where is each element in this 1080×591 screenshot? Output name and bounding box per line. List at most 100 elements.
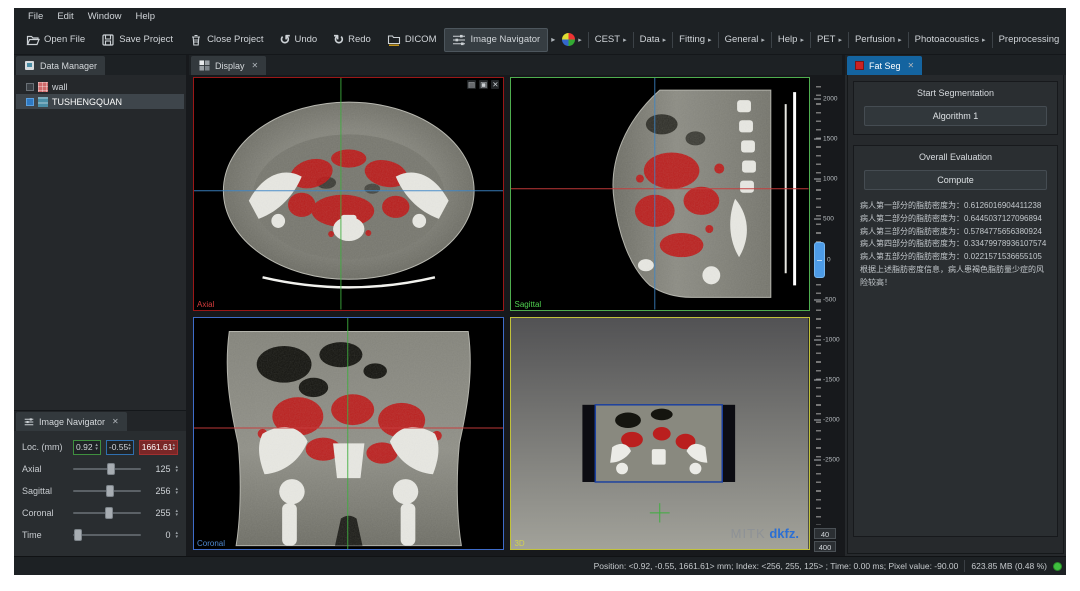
undo-button[interactable]: ↺ Undo: [272, 29, 326, 50]
image-navigator-tabbar: Image Navigator ✕: [14, 411, 186, 431]
threed-viewport[interactable]: MITK dkfz. 3D: [510, 317, 810, 551]
viewport-menu-icon[interactable]: ▤: [467, 80, 476, 89]
tab-image-navigator[interactable]: Image Navigator ✕: [16, 412, 127, 431]
spinner-arrows-icon[interactable]: ▴▾: [95, 443, 98, 451]
level-window-ruler[interactable]: 2000 1500 1000 500 0 -500 -1000 -1500 -2…: [814, 79, 840, 525]
view-category-help[interactable]: Help ▸: [774, 31, 808, 48]
threed-scene[interactable]: [511, 318, 809, 550]
window-value[interactable]: 400: [814, 541, 836, 552]
menu-file[interactable]: File: [22, 10, 49, 23]
dicom-button[interactable]: DICOM: [379, 28, 445, 52]
open-file-button[interactable]: Open File: [18, 28, 93, 52]
view-category-general[interactable]: General ▸: [721, 31, 769, 48]
slider-handle[interactable]: [106, 485, 114, 497]
spinner-arrows-icon[interactable]: ▴▾: [175, 509, 178, 517]
toolbar-separator: [810, 32, 811, 48]
view-category-cest[interactable]: CEST ▸: [591, 31, 631, 48]
sagittal-ct-image[interactable]: [511, 78, 809, 310]
main-toolbar: Open File Save Project Close Project ↺ U…: [14, 25, 1066, 55]
coronal-ct-image[interactable]: [194, 318, 503, 550]
menu-bar: File Edit Window Help: [14, 8, 1066, 25]
overall-evaluation-label: Overall Evaluation: [860, 152, 1051, 162]
toolbar-separator: [992, 32, 993, 48]
spinner-arrows-icon[interactable]: ▴▾: [128, 443, 131, 451]
time-slider[interactable]: [73, 534, 141, 536]
visibility-checkbox[interactable]: [26, 83, 34, 91]
location-x-spinbox[interactable]: 0.92 ▴▾: [73, 440, 101, 455]
save-project-button[interactable]: Save Project: [93, 28, 181, 52]
location-y-spinbox[interactable]: -0.55 ▴▾: [106, 440, 134, 455]
visibility-checkbox[interactable]: [26, 98, 34, 106]
slider-handle[interactable]: [74, 529, 82, 541]
close-project-button[interactable]: Close Project: [181, 28, 272, 52]
view-category-colormap[interactable]: ▸: [558, 30, 586, 49]
menu-edit[interactable]: Edit: [51, 10, 79, 23]
view-category-data[interactable]: Data ▸: [636, 31, 671, 48]
spinner-arrows-icon[interactable]: ▴▾: [175, 465, 178, 473]
dropdown-arrow-icon: ▸: [838, 36, 842, 44]
axial-slider[interactable]: [73, 468, 141, 470]
spinner-arrows-icon[interactable]: ▴▾: [172, 443, 175, 451]
undo-icon: ↺: [280, 35, 291, 45]
level-value[interactable]: 40: [814, 528, 836, 539]
level-window-handle[interactable]: [814, 242, 825, 278]
coronal-viewport[interactable]: Coronal: [193, 317, 504, 551]
spinner-arrows-icon[interactable]: ▴▾: [175, 487, 178, 495]
coronal-slider[interactable]: [73, 512, 141, 514]
compute-button[interactable]: Compute: [864, 170, 1047, 190]
view-category-perfusion[interactable]: Perfusion ▸: [851, 31, 906, 48]
close-icon[interactable]: ✕: [112, 417, 119, 426]
dropdown-arrow-icon: ▸: [663, 36, 667, 44]
image-node-icon: [38, 97, 48, 107]
axial-ct-image[interactable]: [194, 78, 503, 310]
data-node-wall[interactable]: wall: [16, 79, 184, 94]
sagittal-viewport[interactable]: Sagittal: [510, 77, 810, 311]
dkfz-logo: dkfz.: [769, 526, 799, 541]
open-file-icon: [26, 33, 40, 47]
close-icon[interactable]: ✕: [908, 61, 915, 70]
spinner-arrows-icon[interactable]: ▴▾: [175, 531, 178, 539]
view-category-pet[interactable]: PET ▸: [813, 31, 846, 48]
image-navigator-button[interactable]: Image Navigator: [444, 28, 548, 52]
algorithm-1-button[interactable]: Algorithm 1: [864, 106, 1047, 126]
overall-evaluation-group: Overall Evaluation Compute 病人第一部分的脂肪密度为：…: [853, 145, 1058, 537]
viewport-controls: ▤ ▣ ✕: [467, 80, 499, 89]
menu-window[interactable]: Window: [82, 10, 128, 23]
dropdown-arrow-icon: ▸: [578, 36, 582, 44]
data-manager-icon: [24, 60, 35, 71]
result-line: 根据上述脂肪密度信息，病人患褐色脂肪量少症的风险较高！: [860, 264, 1051, 290]
axial-viewport[interactable]: ▤ ▣ ✕ Axial: [193, 77, 504, 311]
surface-node-icon: [38, 82, 48, 92]
view-category-fitting[interactable]: Fitting ▸: [675, 31, 715, 48]
toolbar-separator: [672, 32, 673, 48]
viewport-area: ▤ ▣ ✕ Axial: [189, 75, 842, 556]
tab-fat-seg[interactable]: Fat Seg ✕: [847, 56, 922, 75]
slider-handle[interactable]: [105, 507, 113, 519]
viewport-fullscreen-icon[interactable]: ✕: [491, 80, 499, 89]
display-area: Display ✕: [189, 55, 842, 556]
result-line: 病人第一部分的脂肪密度为：0.6126016904411238: [860, 200, 1051, 213]
data-node-tushengquan[interactable]: TUSHENGQUAN: [16, 94, 184, 109]
view-category-preprocessing[interactable]: Preprocessing ▸: [995, 31, 1062, 48]
location-row: Loc. (mm) 0.92 ▴▾ -0.55 ▴▾ 1661.61 ▴▾: [22, 436, 178, 458]
location-z-spinbox[interactable]: 1661.61 ▴▾: [139, 440, 178, 455]
viewport-layout-icon[interactable]: ▣: [479, 80, 488, 89]
redo-button[interactable]: ↻ Redo: [325, 29, 379, 50]
viewport-label-coronal: Coronal: [197, 539, 225, 548]
slider-handle[interactable]: [107, 463, 115, 475]
toolbar-extension-arrow-icon[interactable]: ▸: [548, 35, 558, 44]
view-category-photoacoustics[interactable]: Photoacoustics ▸: [911, 31, 990, 48]
menu-help[interactable]: Help: [129, 10, 161, 23]
fat-seg-tabbar: Fat Seg ✕: [845, 55, 1066, 75]
axial-slider-row: Axial 125 ▴▾: [22, 458, 178, 480]
close-icon[interactable]: ✕: [252, 61, 259, 70]
data-manager-empty-area: [14, 113, 186, 410]
data-manager-panel: Data Manager wall TUSHENGQUAN: [14, 55, 186, 556]
image-navigator-icon: [24, 417, 34, 427]
memory-status-icon[interactable]: [1053, 562, 1062, 571]
data-node-tree: wall TUSHENGQUAN: [14, 75, 186, 113]
tab-data-manager[interactable]: Data Manager: [16, 56, 105, 75]
tab-display[interactable]: Display ✕: [191, 56, 266, 75]
sagittal-slider[interactable]: [73, 490, 141, 492]
image-navigator-panel: Image Navigator ✕ Loc. (mm) 0.92 ▴▾ -0.5…: [14, 410, 186, 556]
